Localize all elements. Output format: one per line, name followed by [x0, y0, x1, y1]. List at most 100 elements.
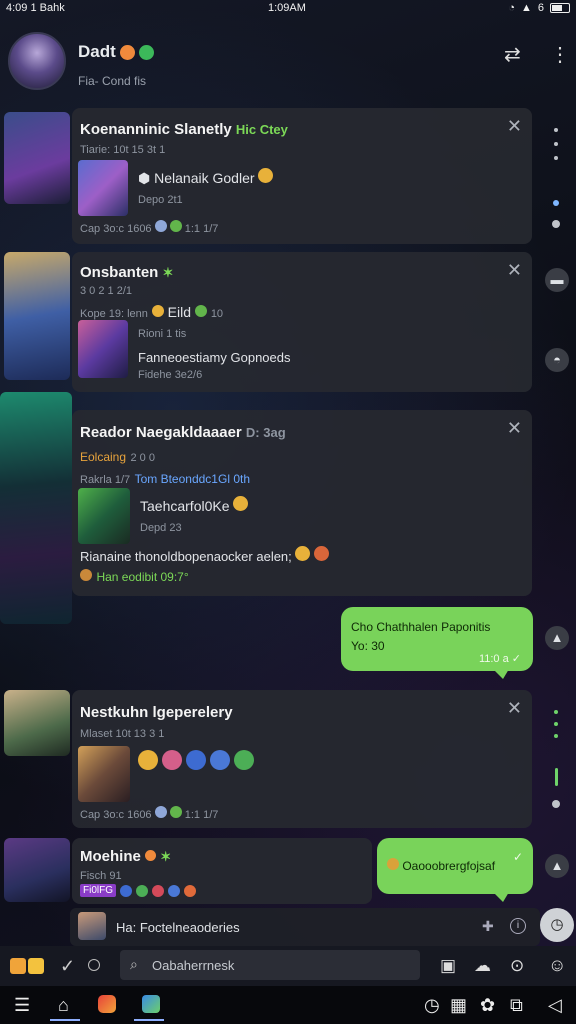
scroll-indicator — [554, 156, 558, 160]
cloud-icon[interactable]: ☁ — [474, 956, 491, 976]
smile-icon[interactable]: ☺ — [548, 955, 566, 976]
home-icon[interactable]: ⌂ — [58, 995, 69, 1016]
jump-icon[interactable]: ▲ — [545, 626, 569, 650]
emoji-icon[interactable] — [136, 884, 148, 897]
message-card-1[interactable]: ✕ Koenanninic Slanetly Hic Ctey Tiarie: … — [72, 108, 532, 244]
card1-line4-row: Cap 3o:c 1606 1:1 1/7 — [80, 220, 218, 235]
sparkle-icon: ✶ — [160, 849, 172, 864]
outgoing-bubble-1[interactable]: Cho Chathhalen Paponitis Yo: 30 11:0 a ✓ — [341, 607, 533, 679]
card3-line2-row: Rakrla 1/7 Tom Bteonddc1Gl 0th — [80, 470, 250, 488]
menu-icon[interactable]: ☰ — [14, 995, 30, 1016]
card3-line2b: Tom Bteonddc1Gl 0th — [134, 472, 250, 486]
jump-icon[interactable]: ▲ — [545, 854, 569, 878]
close-icon[interactable]: ✕ — [507, 116, 522, 137]
emoji-icon[interactable] — [210, 750, 230, 770]
back-icon[interactable]: ◁ — [548, 995, 562, 1016]
emoji-icon[interactable] — [152, 884, 164, 897]
timer-icon[interactable]: ◷ — [540, 908, 574, 942]
emoji-icon — [258, 168, 274, 183]
scroll-thumb[interactable] — [555, 768, 558, 786]
card3-portrait[interactable] — [0, 392, 72, 624]
close-icon[interactable]: ✕ — [507, 418, 522, 439]
emoji-icon[interactable] — [234, 750, 254, 770]
settings-icon[interactable]: ✿ — [480, 995, 495, 1016]
card4-line2: Cap 3o:c 1606 — [80, 809, 152, 821]
card2-line2-row: Kope 19: lenn Eild 10 — [80, 304, 223, 320]
sync-icon[interactable]: ⇄ — [504, 42, 521, 67]
more-menu-icon[interactable]: ⋮ — [550, 42, 570, 67]
chat-header: Dadt Fia- Cond fis ⇄ ⋮ — [0, 22, 576, 102]
emoji-icon[interactable] — [186, 750, 206, 770]
message-input[interactable]: ⌕ Oabaherrnesk — [120, 950, 420, 980]
card3-line5: Rianaine thonoldbopenaocker aelen; — [80, 549, 292, 564]
scroll-indicator — [552, 220, 560, 228]
grid-icon[interactable]: ▦ — [450, 995, 467, 1016]
jump-icon[interactable]: ◓ — [545, 348, 569, 372]
message-card-5[interactable]: Moehine ✶ Fisch 91 Fi0lFG — [72, 838, 372, 904]
clock-icon[interactable]: ◷ — [424, 995, 440, 1016]
chat-subtitle: Fia- Cond fis — [78, 74, 147, 88]
app-icon[interactable] — [98, 995, 116, 1013]
emoji-icon[interactable] — [184, 884, 196, 897]
reply-text: Ha: Foctelneaoderies — [116, 920, 240, 935]
nav-active-underline — [50, 1019, 80, 1021]
recent-apps-icon[interactable]: ⧉ — [510, 995, 523, 1016]
scroll-indicator — [552, 800, 560, 808]
download-icon[interactable]: ⊙ — [510, 956, 524, 976]
chat-avatar[interactable] — [8, 32, 66, 90]
wifi-icon: ◔ — [508, 2, 515, 14]
card2-line2b: Eild — [167, 304, 192, 320]
battery-icon — [550, 3, 570, 13]
pin-icon[interactable]: ✚ — [482, 918, 494, 935]
close-icon[interactable]: ✕ — [507, 698, 522, 719]
circle-icon[interactable] — [88, 959, 100, 971]
card2-line2: Kope 19: lenn — [80, 308, 148, 320]
emoji-icon[interactable] — [168, 884, 180, 897]
card3-line4: Depd 23 — [140, 522, 182, 534]
card2-line5: Fidehe 3e2/6 — [138, 369, 203, 381]
card3-line6: Han eodibit 09:7° — [96, 570, 189, 584]
card2-line4: Fanneoestiamy Gopnoeds — [138, 350, 291, 365]
check-icon[interactable]: ✓ — [60, 956, 75, 977]
card2-portrait[interactable] — [4, 252, 70, 380]
emoji-icon — [80, 569, 92, 581]
card1-portrait[interactable] — [4, 112, 70, 204]
camera-icon[interactable]: ▣ — [440, 956, 456, 976]
gallery-icon[interactable] — [142, 995, 160, 1013]
card3-line3-row: Taehcarfol0Ke — [140, 496, 249, 514]
bubble1-line1: Cho Chathhalen Paponitis — [351, 620, 491, 634]
card5-line1: Fisch 91 — [80, 870, 122, 882]
emoji-icon[interactable] — [162, 750, 182, 770]
card5-portrait[interactable] — [4, 838, 70, 902]
card3-line1b: 2 0 0 — [130, 452, 155, 464]
jump-icon[interactable]: ▬ — [545, 268, 569, 292]
chat-title-row[interactable]: Dadt — [78, 42, 154, 62]
card4-portrait[interactable] — [4, 690, 70, 756]
card4-line2-row: Cap 3o:c 1606 1:1 1/7 — [80, 806, 218, 821]
card1-thumbnail[interactable] — [78, 160, 128, 216]
signal-icon: ▲ — [520, 2, 532, 14]
message-card-2[interactable]: ✕ Onsbanten ✶ 3 0 2 1 2/1 Kope 19: lenn … — [72, 252, 532, 392]
card1-line3: Depo 2t1 — [138, 194, 183, 206]
emoji-icon[interactable] — [28, 958, 44, 974]
card3-thumbnail[interactable] — [78, 488, 130, 544]
message-card-4[interactable]: ✕ Nestkuhn lgeperelery Mlaset 10t 13 3 1… — [72, 690, 532, 828]
info-icon[interactable]: i — [510, 918, 526, 934]
card4-thumbnail[interactable] — [78, 746, 130, 802]
card3-title-suffix: D: 3ag — [245, 425, 286, 440]
emoji-icon — [145, 850, 157, 861]
sticker-icon[interactable] — [10, 958, 26, 974]
close-icon[interactable]: ✕ — [507, 260, 522, 281]
card2-thumbnail[interactable] — [78, 320, 128, 378]
card1-line1: Tiarie: 10t 15 3t 1 — [80, 144, 166, 156]
nav-bar: ☰ ⌂ ◷ ▦ ✿ ⧉ ◁ — [0, 986, 576, 1024]
outgoing-bubble-2[interactable]: Oaooobrergfojsaf ✓ — [377, 838, 533, 902]
emoji-icon[interactable] — [120, 884, 132, 897]
emoji-icon[interactable] — [138, 750, 158, 770]
scroll-indicator — [554, 734, 558, 738]
card2-title: Onsbanten — [80, 264, 159, 281]
card1-title-row: Koenanninic Slanetly Hic Ctey — [80, 121, 288, 138]
scroll-indicator — [554, 710, 558, 714]
message-card-3[interactable]: ✕ Reador Naegakldaaaer D: 3ag Eolcaing 2… — [72, 410, 532, 596]
reply-bar[interactable]: Ha: Foctelneaoderies ✚ i — [70, 908, 540, 946]
